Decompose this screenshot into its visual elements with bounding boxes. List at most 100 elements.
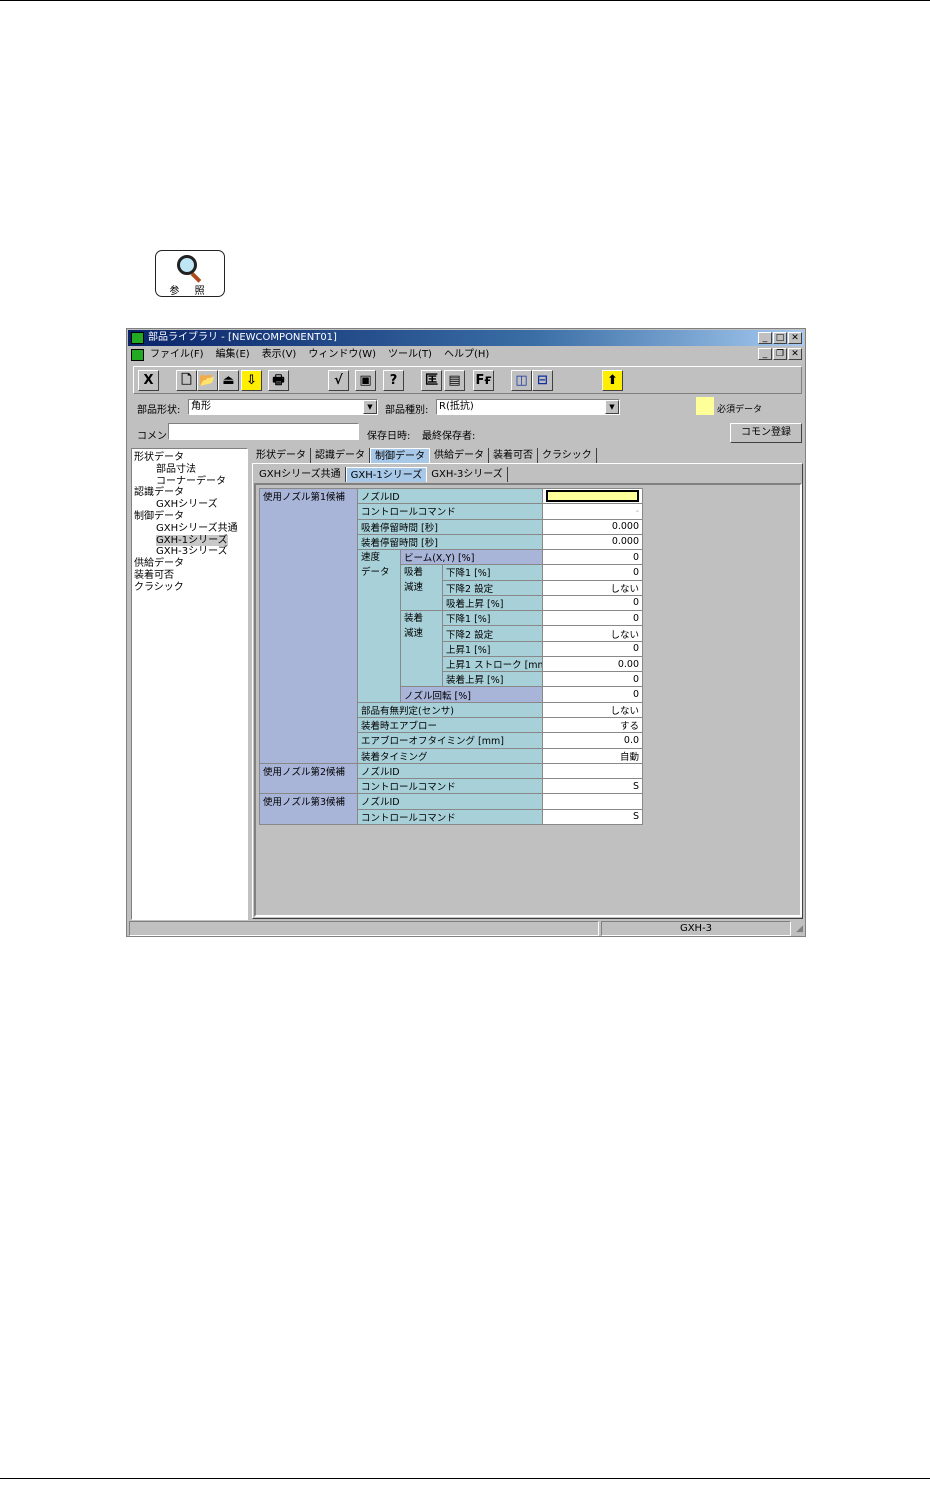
tree-item[interactable]: GXHシリーズ共通 bbox=[134, 523, 245, 535]
cell-value[interactable]: 0.00 bbox=[542, 655, 644, 673]
status-pane-main bbox=[129, 921, 599, 936]
table-view-button[interactable]: ▤ bbox=[444, 370, 465, 391]
help-button[interactable]: ? bbox=[383, 370, 404, 391]
menu-file[interactable]: ファイル(F) bbox=[150, 346, 204, 363]
doc-minimize-button[interactable]: _ bbox=[758, 348, 772, 360]
tree-item[interactable]: 部品寸法 bbox=[134, 464, 245, 476]
tab-supply[interactable]: 供給データ bbox=[430, 448, 489, 463]
cell-value[interactable]: 0 bbox=[542, 686, 644, 703]
subtab-gxh-common[interactable]: GXHシリーズ共通 bbox=[255, 467, 346, 482]
cell-value[interactable]: しない bbox=[542, 701, 644, 718]
cell-value[interactable]: する bbox=[542, 716, 644, 734]
menu-help[interactable]: ヘルプ(H) bbox=[444, 346, 489, 363]
top-rule bbox=[0, 0, 930, 1]
menu-edit[interactable]: 編集(E) bbox=[216, 346, 250, 363]
tree-item-selected[interactable]: GXH-1シリーズ bbox=[156, 534, 228, 547]
chevron-down-icon[interactable]: ▼ bbox=[605, 400, 619, 414]
cell-value[interactable]: 0 bbox=[542, 671, 644, 688]
cell-value[interactable]: 0.000 bbox=[542, 518, 644, 535]
main-tabs: 形状データ 認識データ 制御データ 供給データ 装着可否 クラシック bbox=[252, 448, 597, 463]
close-button[interactable]: ✕ bbox=[788, 332, 802, 344]
comment-input[interactable] bbox=[168, 423, 359, 440]
subtab-gxh-1[interactable]: GXH-1シリーズ bbox=[345, 467, 428, 482]
cell-value[interactable]: しない bbox=[542, 579, 644, 596]
menu-bar: ファイル(F) 編集(E) 表示(V) ウィンドウ(W) ツール(T) ヘルプ(… bbox=[128, 346, 804, 363]
cell-value[interactable]: 自動 bbox=[542, 747, 644, 764]
cell-value bbox=[546, 490, 640, 503]
cell-value[interactable]: 0.0 bbox=[542, 732, 644, 749]
font-button[interactable]: Fғ bbox=[473, 370, 494, 391]
open-button[interactable]: 📂 bbox=[197, 370, 218, 391]
doc-close-button[interactable]: ✕ bbox=[788, 348, 802, 360]
row-label: ノズルID bbox=[356, 793, 544, 810]
tree-item[interactable]: 形状データ bbox=[134, 452, 245, 464]
suction-label: 吸着 bbox=[404, 567, 424, 579]
tab-recognition[interactable]: 認識データ bbox=[311, 448, 370, 463]
tree-item[interactable]: 制御データ bbox=[134, 511, 245, 523]
tab-mountable[interactable]: 装着可否 bbox=[489, 448, 538, 463]
decel-label: 減速 bbox=[404, 582, 424, 594]
tile-button[interactable]: ⊟ bbox=[532, 370, 553, 391]
tree-item[interactable]: GXH-3シリーズ bbox=[134, 546, 245, 558]
row-label: 下降1 [%] bbox=[441, 610, 544, 627]
shape-select[interactable]: 角形 ▼ bbox=[188, 399, 378, 415]
print-button[interactable]: 🖶 bbox=[268, 370, 289, 391]
tree-item[interactable]: クラシック bbox=[134, 582, 245, 594]
cell-value[interactable]: S bbox=[542, 778, 644, 795]
cell-value[interactable]: 0 bbox=[542, 564, 644, 581]
cell-value[interactable]: 0 bbox=[542, 640, 644, 657]
import-button[interactable]: ⇩ bbox=[241, 370, 262, 391]
check-button[interactable]: √ bbox=[328, 370, 349, 391]
font-icon: Fғ bbox=[475, 373, 492, 388]
app-window: 部品ライブラリ - [NEWCOMPONENT01] _ □ ✕ ファイル(F) 編… bbox=[126, 328, 806, 937]
doc-restore-button[interactable]: ❐ bbox=[773, 348, 787, 360]
cell-value[interactable]: - bbox=[542, 503, 644, 520]
tab-classic[interactable]: クラシック bbox=[538, 448, 597, 463]
subtab-gxh-3[interactable]: GXH-3シリーズ bbox=[427, 467, 508, 482]
menu-window[interactable]: ウィンドウ(W) bbox=[308, 346, 376, 363]
tree-item[interactable]: 供給データ bbox=[134, 558, 245, 570]
cascade-button[interactable]: ◫ bbox=[511, 370, 532, 391]
speed-label: 速度 bbox=[361, 552, 381, 564]
tab-shape[interactable]: 形状データ bbox=[252, 448, 311, 463]
group-nozzle-1: 使用ノズル第1候補 bbox=[259, 488, 358, 764]
chevron-down-icon[interactable]: ▼ bbox=[363, 400, 377, 414]
type-select[interactable]: R(抵抗) ▼ bbox=[436, 399, 620, 415]
cell-value[interactable]: 0.000 bbox=[542, 533, 644, 551]
nozzle-id-input[interactable] bbox=[542, 487, 644, 505]
register-button[interactable]: ⬆ bbox=[602, 370, 623, 391]
component-button[interactable]: ▣ bbox=[355, 370, 376, 391]
cell-value[interactable]: S bbox=[542, 808, 644, 825]
cell-value[interactable] bbox=[542, 793, 644, 810]
minimize-button[interactable]: _ bbox=[758, 332, 772, 344]
menu-view[interactable]: 表示(V) bbox=[262, 346, 297, 363]
required-legend: 必須データ bbox=[717, 405, 763, 415]
row-label: コントロールコマンド bbox=[356, 778, 544, 795]
cell-value[interactable]: 0 bbox=[542, 549, 644, 566]
menu-tools[interactable]: ツール(T) bbox=[388, 346, 432, 363]
cell-value[interactable]: 0 bbox=[542, 610, 644, 627]
tree-item[interactable]: 装着可否 bbox=[134, 570, 245, 582]
table-view-icon: ▤ bbox=[448, 373, 461, 388]
open-icon: 📂 bbox=[199, 373, 216, 388]
export-button[interactable]: ⏏ bbox=[218, 370, 239, 391]
cell-value[interactable]: 0 bbox=[542, 594, 644, 612]
row-label: 上昇1 [%] bbox=[441, 640, 544, 657]
tree-view-button[interactable]: 匡 bbox=[421, 370, 442, 391]
close-button[interactable]: X bbox=[138, 370, 159, 391]
shape-label: 部品形状: bbox=[137, 405, 181, 416]
control-data-panel: 使用ノズル第1候補 ノズルID コントロールコマンド - 吸着停留時間 [秒] 0.0… bbox=[254, 483, 802, 917]
mount-label: 装着 bbox=[404, 613, 424, 625]
cell-value[interactable] bbox=[542, 762, 644, 780]
row-label: 下降1 [%] bbox=[441, 564, 544, 581]
tab-control[interactable]: 制御データ bbox=[370, 448, 430, 463]
tree-item[interactable]: GXHシリーズ bbox=[134, 499, 245, 511]
new-button[interactable]: 🗋 bbox=[176, 370, 197, 391]
resize-grip-icon[interactable]: ◢ bbox=[796, 924, 803, 934]
cell-value[interactable]: しない bbox=[542, 625, 644, 642]
maximize-button[interactable]: □ bbox=[773, 332, 787, 344]
tree-item[interactable]: コーナーデータ bbox=[134, 476, 245, 488]
tree-item[interactable]: 認識データ bbox=[134, 487, 245, 499]
row-label: 下降2 設定 bbox=[441, 579, 544, 596]
common-register-button[interactable]: コモン登録 bbox=[730, 423, 802, 443]
